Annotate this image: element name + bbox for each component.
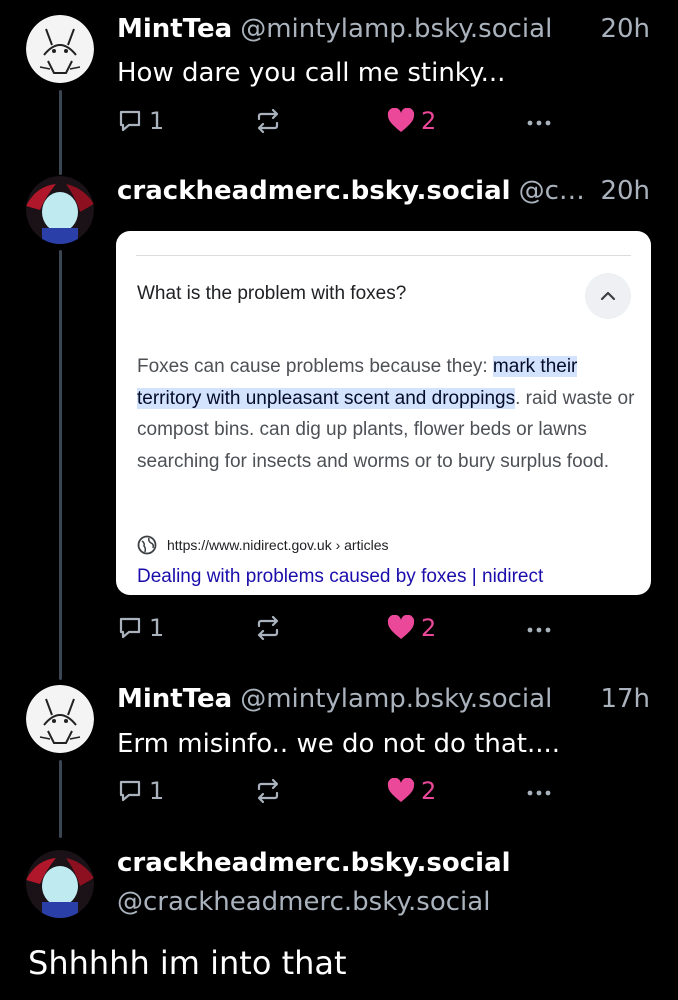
collapse-button: [585, 273, 631, 319]
avatar[interactable]: [26, 685, 94, 753]
heart-icon: [387, 778, 415, 802]
like-button[interactable]: 2: [387, 107, 436, 135]
more-button[interactable]: [525, 107, 553, 135]
result-link: Dealing with problems caused by foxes | …: [137, 566, 544, 587]
reply-button[interactable]: 1: [117, 614, 164, 642]
author-name[interactable]: crackheadmerc.bsky.social: [117, 176, 511, 206]
reply-button[interactable]: 1: [117, 777, 164, 805]
avatar[interactable]: [26, 850, 94, 918]
globe-icon: [137, 535, 157, 555]
thread-line: [59, 90, 62, 175]
author-name[interactable]: MintTea: [117, 684, 232, 714]
avatar[interactable]: [26, 176, 94, 244]
repost-icon: [257, 108, 279, 134]
post-actions: 1 2: [117, 107, 557, 141]
post-header: crackheadmerc.bsky.social: [117, 848, 650, 878]
source: https://www.nidirect.gov.uk › articles: [137, 535, 388, 555]
post-text: Erm misinfo.. we do not do that....: [117, 729, 561, 759]
like-button[interactable]: 2: [387, 614, 436, 642]
reply-icon: [119, 780, 141, 802]
author-name[interactable]: crackheadmerc.bsky.social: [117, 848, 511, 878]
reply-count: 1: [149, 777, 165, 805]
post-time[interactable]: 20h: [588, 14, 650, 44]
repost-button[interactable]: [254, 614, 282, 642]
like-button[interactable]: 2: [387, 777, 436, 805]
like-count: 2: [421, 777, 437, 805]
question-text: What is the problem with foxes?: [137, 283, 407, 304]
author-handle[interactable]: @crackheadmerc.bsky.social: [117, 887, 490, 917]
avatar[interactable]: [26, 15, 94, 83]
reply-count: 1: [149, 614, 165, 642]
post-header: crackheadmerc.bsky.social @cra... 20h: [117, 176, 650, 206]
source-url: https://www.nidirect.gov.uk › articles: [167, 537, 389, 553]
post-header: MintTea @mintylamp.bsky.social 20h: [117, 14, 650, 44]
post-actions: 1 2: [117, 777, 557, 811]
more-icon: [527, 120, 551, 126]
divider: [136, 255, 631, 256]
author-name[interactable]: MintTea: [117, 14, 232, 44]
embedded-image[interactable]: What is the problem with foxes? Foxes ca…: [116, 231, 651, 595]
author-handle[interactable]: @mintylamp.bsky.social: [240, 14, 552, 44]
post-actions: 1 2: [117, 614, 557, 648]
author-handle[interactable]: @mintylamp.bsky.social: [240, 684, 552, 714]
author-handle[interactable]: @cra...: [519, 176, 589, 206]
repost-icon: [257, 615, 279, 641]
heart-icon: [387, 108, 415, 132]
answer-text: Foxes can cause problems because they: m…: [137, 351, 637, 477]
reply-button[interactable]: 1: [117, 107, 164, 135]
chevron-up-icon: [600, 291, 616, 301]
reply-icon: [119, 617, 141, 639]
post-text: Shhhhh im into that: [28, 944, 347, 982]
post-time[interactable]: 20h: [588, 176, 650, 206]
repost-button[interactable]: [254, 107, 282, 135]
like-count: 2: [421, 107, 437, 135]
like-count: 2: [421, 614, 437, 642]
reply-icon: [119, 110, 141, 132]
repost-button[interactable]: [254, 777, 282, 805]
post-header: MintTea @mintylamp.bsky.social 17h: [117, 684, 650, 714]
repost-icon: [257, 778, 279, 804]
answer-pre: Foxes can cause problems because they:: [137, 356, 493, 377]
post-text: How dare you call me stinky...: [117, 58, 506, 88]
more-button[interactable]: [525, 614, 553, 642]
heart-icon: [387, 615, 415, 639]
post-time[interactable]: 17h: [588, 684, 650, 714]
thread-line: [59, 760, 62, 838]
reply-count: 1: [149, 107, 165, 135]
more-icon: [527, 790, 551, 796]
thread-line: [59, 250, 62, 680]
more-icon: [527, 627, 551, 633]
more-button[interactable]: [525, 777, 553, 805]
